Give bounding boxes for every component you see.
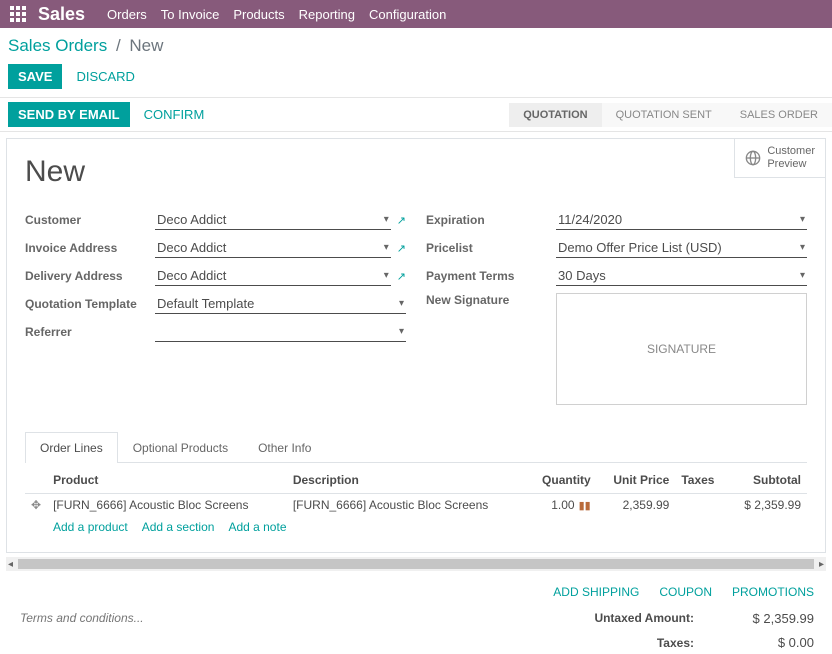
untaxed-amount-value: $ 2,359.99 — [724, 611, 814, 626]
label-delivery-address: Delivery Address — [25, 269, 155, 283]
chevron-down-icon[interactable]: ▾ — [384, 242, 389, 253]
label-new-signature: New Signature — [426, 293, 556, 307]
chevron-down-icon[interactable]: ▾ — [399, 298, 404, 309]
step-sales-order[interactable]: SALES ORDER — [726, 103, 832, 127]
cell-unit-price[interactable]: 2,359.99 — [597, 494, 676, 517]
add-note-link[interactable]: Add a note — [228, 520, 286, 534]
nav-items: Orders To Invoice Products Reporting Con… — [107, 7, 446, 22]
label-invoice-address: Invoice Address — [25, 241, 155, 255]
add-section-link[interactable]: Add a section — [142, 520, 215, 534]
page-title: New — [25, 155, 807, 189]
top-navbar: Sales Orders To Invoice Products Reporti… — [0, 0, 832, 28]
payment-terms-field[interactable] — [556, 266, 807, 286]
chevron-down-icon[interactable]: ▾ — [399, 326, 404, 337]
promotions-link[interactable]: PROMOTIONS — [732, 585, 814, 599]
step-quotation-sent[interactable]: QUOTATION SENT — [602, 103, 726, 127]
customer-field[interactable] — [155, 210, 391, 230]
discard-button[interactable]: DISCARD — [76, 69, 135, 84]
globe-icon — [745, 150, 761, 166]
cell-quantity[interactable]: 1.00▮▮ — [527, 494, 597, 517]
label-quotation-template: Quotation Template — [25, 297, 155, 311]
referrer-field[interactable] — [155, 322, 406, 342]
chevron-down-icon[interactable]: ▾ — [800, 214, 805, 225]
cell-taxes[interactable] — [675, 494, 727, 517]
status-steps: QUOTATION QUOTATION SENT SALES ORDER — [509, 103, 832, 127]
button-box: CustomerPreview — [734, 139, 825, 178]
col-description[interactable]: Description — [287, 467, 527, 494]
cell-subtotal: $ 2,359.99 — [728, 494, 807, 517]
customer-preview-button[interactable]: CustomerPreview — [735, 139, 825, 177]
external-link-icon[interactable]: ↗ — [397, 214, 406, 227]
taxes-value: $ 0.00 — [724, 635, 814, 650]
tab-order-lines[interactable]: Order Lines — [25, 432, 118, 463]
chevron-down-icon[interactable]: ▾ — [800, 270, 805, 281]
scrollbar-thumb[interactable] — [18, 559, 814, 569]
untaxed-amount-label: Untaxed Amount: — [594, 611, 694, 625]
drag-handle-icon[interactable]: ✥ — [31, 498, 41, 512]
nav-to-invoice[interactable]: To Invoice — [161, 7, 220, 22]
horizontal-scrollbar[interactable] — [6, 557, 826, 571]
chevron-down-icon[interactable]: ▾ — [384, 270, 389, 281]
table-row[interactable]: ✥ [FURN_6666] Acoustic Bloc Screens [FUR… — [25, 494, 807, 517]
brand-title[interactable]: Sales — [38, 4, 85, 25]
delivery-address-field[interactable] — [155, 266, 391, 286]
signature-box[interactable]: SIGNATURE — [556, 293, 807, 405]
chevron-down-icon[interactable]: ▾ — [384, 214, 389, 225]
terms-input[interactable] — [18, 609, 594, 627]
nav-reporting[interactable]: Reporting — [299, 7, 355, 22]
footer-action-links: ADD SHIPPING COUPON PROMOTIONS — [0, 571, 832, 605]
chevron-down-icon[interactable]: ▾ — [800, 242, 805, 253]
statusbar: SEND BY EMAIL CONFIRM QUOTATION QUOTATIO… — [0, 97, 832, 132]
pricelist-field[interactable] — [556, 238, 807, 258]
tab-optional-products[interactable]: Optional Products — [118, 432, 243, 463]
external-link-icon[interactable]: ↗ — [397, 270, 406, 283]
col-subtotal[interactable]: Subtotal — [728, 467, 807, 494]
cell-product[interactable]: [FURN_6666] Acoustic Bloc Screens — [47, 494, 287, 517]
col-quantity[interactable]: Quantity — [527, 467, 597, 494]
add-shipping-link[interactable]: ADD SHIPPING — [553, 585, 639, 599]
apps-icon[interactable] — [8, 4, 28, 24]
label-payment-terms: Payment Terms — [426, 269, 556, 283]
nav-configuration[interactable]: Configuration — [369, 7, 446, 22]
add-product-link[interactable]: Add a product — [53, 520, 128, 534]
nav-products[interactable]: Products — [233, 7, 284, 22]
expiration-field[interactable] — [556, 210, 807, 230]
step-quotation[interactable]: QUOTATION — [509, 103, 601, 127]
label-pricelist: Pricelist — [426, 241, 556, 255]
nav-orders[interactable]: Orders — [107, 7, 147, 22]
label-customer: Customer — [25, 213, 155, 227]
form-sheet: CustomerPreview New Customer ▾ ↗ Invoice… — [6, 138, 826, 553]
label-expiration: Expiration — [426, 213, 556, 227]
label-referrer: Referrer — [25, 325, 155, 339]
breadcrumb-current: New — [129, 36, 163, 55]
invoice-address-field[interactable] — [155, 238, 391, 258]
cell-description[interactable]: [FURN_6666] Acoustic Bloc Screens — [287, 494, 527, 517]
order-lines-table: Product Description Quantity Unit Price … — [25, 467, 807, 516]
line-add-links: Add a product Add a section Add a note — [25, 516, 807, 542]
col-product[interactable]: Product — [47, 467, 287, 494]
confirm-button[interactable]: CONFIRM — [144, 107, 205, 122]
taxes-label: Taxes: — [657, 636, 694, 650]
save-button[interactable]: SAVE — [8, 64, 62, 89]
send-by-email-button[interactable]: SEND BY EMAIL — [8, 102, 130, 127]
tab-other-info[interactable]: Other Info — [243, 432, 326, 463]
quotation-template-field[interactable] — [155, 294, 406, 314]
bar-chart-icon[interactable]: ▮▮ — [579, 500, 591, 512]
coupon-link[interactable]: COUPON — [659, 585, 712, 599]
breadcrumb-root[interactable]: Sales Orders — [8, 36, 107, 55]
col-unit-price[interactable]: Unit Price — [597, 467, 676, 494]
col-taxes[interactable]: Taxes — [675, 467, 727, 494]
notebook: Order Lines Optional Products Other Info… — [25, 431, 807, 542]
breadcrumb: Sales Orders / New — [8, 36, 824, 56]
external-link-icon[interactable]: ↗ — [397, 242, 406, 255]
